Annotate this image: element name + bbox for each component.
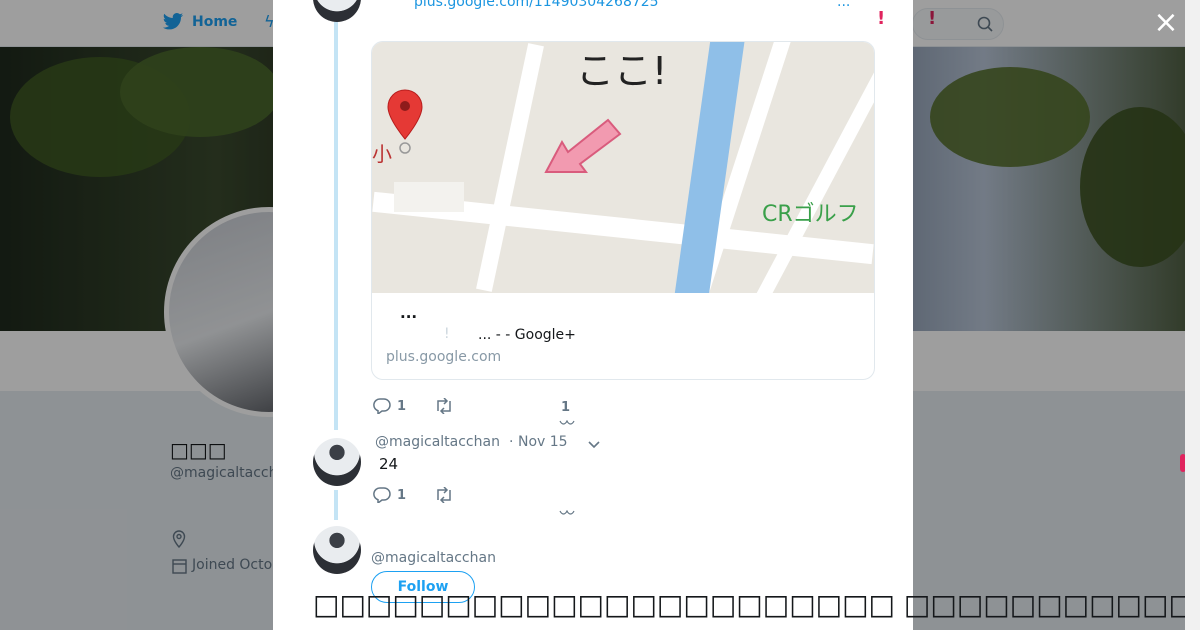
tweet-modal: plus.google.com/11490304268725 ... ! ここ!… xyxy=(273,0,913,630)
heart-icon[interactable] xyxy=(559,420,575,428)
close-button[interactable]: × xyxy=(1152,8,1180,38)
card-mark: ! xyxy=(444,326,450,342)
chevron-down-icon[interactable] xyxy=(587,434,601,454)
tweet-date[interactable]: Nov 15 xyxy=(518,434,568,450)
tweet-handle[interactable]: @magicaltacchan xyxy=(375,434,500,450)
reply-button[interactable]: 1 xyxy=(373,398,406,414)
reply-icon xyxy=(373,398,391,414)
tweet-actions: 1 xyxy=(373,487,482,503)
tweet-link[interactable]: plus.google.com/11490304268725 xyxy=(414,0,659,10)
map-image: ここ! 小 CRゴルフ xyxy=(372,42,874,293)
tweet-link-more[interactable]: ... xyxy=(837,0,850,10)
page-scrollbar[interactable] xyxy=(1185,0,1200,630)
retweet-icon xyxy=(437,398,451,414)
user-avatar[interactable] xyxy=(313,526,361,574)
reply-handle[interactable]: @magicaltacchan xyxy=(371,550,496,566)
reply-count: 1 xyxy=(397,487,407,503)
thread-connector xyxy=(334,22,338,430)
retweet-icon xyxy=(437,487,451,503)
card-domain: plus.google.com xyxy=(386,349,502,365)
card-description: ... - - Google+ xyxy=(478,327,576,343)
overflow-text: □□□□□□□□□□□□□□□□□□□□□□ □□□□□□□□□□□□□□□□ … xyxy=(313,588,1185,621)
link-preview-card[interactable]: ここ! 小 CRゴルフ ... ! ... - - Google+ plus.g… xyxy=(371,41,875,380)
arrow-icon xyxy=(544,118,622,173)
tweet-actions: 1 xyxy=(373,398,482,414)
tweet-separator: · xyxy=(509,434,514,450)
retweet-button[interactable] xyxy=(434,398,454,414)
reply-count: 1 xyxy=(397,398,407,414)
retweet-button[interactable] xyxy=(434,487,454,503)
map-small-label: 小 xyxy=(372,142,392,166)
like-count: 1 xyxy=(561,400,571,415)
map-place-label: CRゴルフ xyxy=(762,202,859,227)
tweet-avatar[interactable] xyxy=(313,438,361,486)
reply-icon xyxy=(373,487,391,503)
heart-icon[interactable] xyxy=(559,510,575,518)
reply-button[interactable]: 1 xyxy=(373,487,406,503)
map-annotation: ここ! xyxy=(576,49,668,93)
tweet-alert-mark: ! xyxy=(877,8,886,29)
card-title: ... xyxy=(400,304,418,322)
tweet-text: 24 xyxy=(379,455,399,473)
tweet-avatar[interactable] xyxy=(313,0,361,22)
thread-connector xyxy=(334,490,338,520)
